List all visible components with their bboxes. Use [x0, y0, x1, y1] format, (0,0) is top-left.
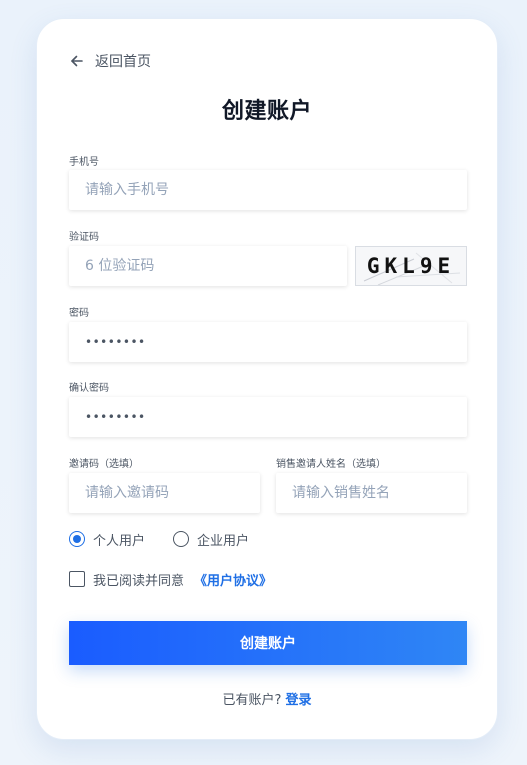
agreement-checkbox[interactable] — [69, 571, 85, 587]
back-home-label: 返回首页 — [95, 54, 151, 70]
code-label: 验证码 — [69, 232, 99, 243]
have-account-text: 已有账户? — [222, 693, 282, 708]
radio-unchecked-icon — [173, 531, 190, 547]
agreement-row: 我已阅读并同意 《用户协议》 — [69, 569, 272, 589]
page-title: 创建账户 — [221, 99, 312, 124]
invite-code-label: 邀请码（选填） — [69, 459, 139, 470]
captcha-image[interactable]: GKL9E — [355, 246, 467, 286]
radio-enterprise-user[interactable]: 企业用户 — [173, 530, 249, 549]
login-link[interactable]: 登录 — [285, 693, 311, 708]
login-row: 已有账户? 登录 — [37, 689, 497, 708]
sales-name-label: 销售邀请人姓名（选填） — [276, 459, 386, 470]
arrow-left-icon — [69, 53, 85, 69]
phone-label: 手机号 — [69, 157, 99, 168]
sales-name-input[interactable] — [276, 473, 467, 513]
radio-enterprise-label: 企业用户 — [197, 533, 250, 549]
confirm-password-label: 确认密码 — [69, 383, 109, 394]
back-home-link[interactable]: 返回首页 — [69, 49, 151, 73]
code-input[interactable] — [69, 246, 347, 286]
register-card: 返回首页 创建账户 手机号 验证码 GKL9E 密码 •••••••• 确认密码… — [36, 18, 498, 740]
radio-personal-label: 个人用户 — [93, 533, 146, 549]
radio-personal-user[interactable]: 个人用户 — [69, 530, 145, 549]
create-account-button[interactable]: 创建账户 — [69, 621, 467, 665]
radio-checked-icon — [69, 531, 85, 547]
invite-code-input[interactable] — [69, 473, 260, 513]
password-label: 密码 — [69, 308, 89, 319]
captcha-text: GKL9E — [366, 254, 456, 278]
user-agreement-link[interactable]: 《用户协议》 — [194, 570, 272, 589]
confirm-password-input[interactable]: •••••••• — [69, 397, 467, 437]
phone-input[interactable] — [69, 170, 467, 210]
password-input[interactable]: •••••••• — [69, 322, 467, 362]
user-type-group: 个人用户 企业用户 — [69, 528, 249, 550]
agreement-text: 我已阅读并同意 — [93, 573, 185, 589]
